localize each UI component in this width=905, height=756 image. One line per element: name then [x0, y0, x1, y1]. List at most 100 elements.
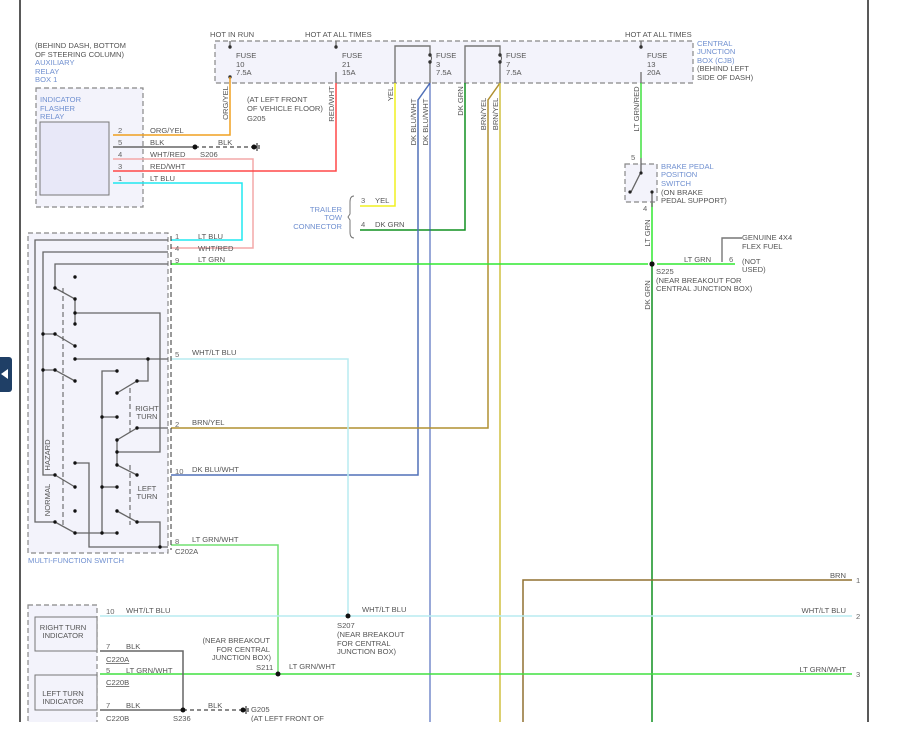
- diagram-label: C202A: [175, 547, 199, 556]
- diagram-label: PEDAL SUPPORT): [661, 196, 727, 205]
- diagram-label: FUSE: [506, 51, 526, 60]
- diagram-label: HAZARD: [43, 439, 52, 471]
- diagram-label: DK GRN: [456, 86, 465, 116]
- diagram-label: TOW: [324, 213, 342, 222]
- indicator-flasher-relay: (BEHIND DASH, BOTTOM OF STEERING COLUMN)…: [35, 41, 186, 208]
- diagram-label: 5: [118, 138, 122, 147]
- diagram-label: DK GRN: [375, 220, 405, 229]
- diagram-label: 7.5A: [436, 68, 453, 77]
- diagram-label: 4: [643, 204, 647, 213]
- ground-icon: [240, 706, 249, 714]
- diagram-label: DK BLU/WHT: [192, 465, 239, 474]
- diagram-label: LT BLU: [198, 232, 223, 241]
- multi-function-switch: HAZARD NORMAL RIGHT TURN LEFT TURN 1 LT B…: [27, 232, 239, 565]
- diagram-label: CENTRAL JUNCTION BOX): [656, 284, 753, 293]
- diagram-label: JUNCTION BOX): [337, 647, 397, 656]
- diagram-label: NORMAL: [43, 484, 52, 517]
- diagram-label: (AT LEFT FRONT OF: [251, 714, 324, 723]
- diagram-label: 7: [106, 642, 110, 651]
- diagram-label: DK BLU/WHT: [409, 98, 418, 145]
- previous-page-button[interactable]: [0, 357, 12, 392]
- diagram-label: BRN: [830, 571, 846, 580]
- diagram-label: C220B: [106, 678, 129, 687]
- diagram-label: 5: [106, 666, 110, 675]
- diagram-label: OF VEHICLE FLOOR): [247, 104, 323, 113]
- wire-wht-lt-blu: [171, 358, 349, 616]
- diagram-label: LT GRN/WHT: [799, 665, 846, 674]
- diagram-label: WHT/LT BLU: [362, 605, 406, 614]
- diagram-label: ORG/YEL: [221, 86, 230, 120]
- ground-icon: [251, 143, 260, 151]
- splice-s211: [275, 671, 281, 677]
- central-junction-box: HOT IN RUN HOT AT ALL TIMES HOT AT ALL T…: [210, 30, 754, 84]
- wires: [100, 77, 852, 722]
- diagram-label: SWITCH: [661, 179, 691, 188]
- diagram-label: 4: [361, 220, 365, 229]
- diagram-label: 3: [856, 670, 860, 679]
- wiring-diagram: HOT IN RUN HOT AT ALL TIMES HOT AT ALL T…: [19, 0, 869, 723]
- diagram-label: WHT/RED: [150, 150, 186, 159]
- diagram-label: TURN: [136, 412, 157, 421]
- diagram-label: (NEAR BREAKOUT: [337, 630, 405, 639]
- diagram-label: LT GRN/WHT: [192, 535, 239, 544]
- diagram-label: YEL: [375, 196, 389, 205]
- diagram-label: DK BLU/WHT: [421, 98, 430, 145]
- diagram-label: S206: [200, 150, 218, 159]
- diagram-label: S225: [656, 267, 674, 276]
- vertical-wire-labels: ORG/YEL RED/WHT YEL DK BLU/WHT DK BLU/WH…: [221, 86, 652, 310]
- diagram-label: LT GRN/RED: [632, 86, 641, 132]
- diagram-label: S211: [256, 663, 273, 672]
- diagram-label: JUNCTION BOX): [212, 653, 272, 662]
- diagram-label: BOX 1: [35, 75, 57, 84]
- diagram-label: FUSE: [436, 51, 456, 60]
- diagram-label: TURN: [136, 492, 157, 501]
- diagram-label: BLK: [126, 642, 140, 651]
- diagram-label: 15A: [342, 68, 356, 77]
- diagram-label: FLEX FUEL: [742, 242, 783, 251]
- diagram-label: HOT AT ALL TIMES: [305, 30, 372, 39]
- diagram-label: RED/WHT: [150, 162, 186, 171]
- diagram-label: BLK: [126, 701, 140, 710]
- diagram-label: S236: [173, 714, 191, 723]
- wire-brn: [522, 579, 852, 722]
- splice-s236: [180, 707, 186, 713]
- diagram-label: INDICATOR: [42, 631, 84, 640]
- diagram-label: 1: [175, 232, 179, 241]
- diagram-label: SIDE OF DASH): [697, 73, 754, 82]
- diagram-label: LT GRN: [684, 255, 711, 264]
- diagram-label: DK GRN: [643, 280, 652, 310]
- diagram-label: FUSE: [647, 51, 667, 60]
- diagram-label: CONNECTOR: [293, 222, 342, 231]
- diagram-label: (BEHIND LEFT: [697, 64, 749, 73]
- diagram-label: INDICATOR: [40, 95, 82, 104]
- diagram-label: GENUINE 4X4: [742, 233, 792, 242]
- diagram-label: BLK: [208, 701, 222, 710]
- diagram-label: 7.5A: [506, 68, 523, 77]
- diagram-label: 5: [175, 350, 179, 359]
- diagram-label: 7.5A: [236, 68, 253, 77]
- turn-indicators: RIGHT TURN INDICATOR LEFT TURN INDICATOR…: [27, 604, 173, 722]
- diagram-label: WHT/RED: [198, 244, 234, 253]
- diagram-label: 2: [118, 126, 122, 135]
- diagram-label: HOT IN RUN: [210, 30, 254, 39]
- diagram-label: JUNCTION: [697, 47, 735, 56]
- diagram-label: 2: [175, 420, 179, 429]
- diagram-label: 8: [175, 537, 179, 546]
- diagram-label: 4: [118, 150, 122, 159]
- diagram-label: FUSE: [342, 51, 362, 60]
- diagram-label: LT GRN: [198, 255, 225, 264]
- diagram-label: WHT/LT BLU: [192, 348, 236, 357]
- diagram-label: 5: [631, 153, 635, 162]
- diagram-label: RED/WHT: [327, 86, 336, 122]
- diagram-label: 20A: [647, 68, 661, 77]
- splice-s225: [649, 261, 655, 267]
- diagram-label: G205: [251, 705, 270, 714]
- diagram-label: HOT AT ALL TIMES: [625, 30, 692, 39]
- diagram-label: 3: [361, 196, 365, 205]
- diagram-label: 3: [118, 162, 122, 171]
- diagram-label: AUXILIARY: [35, 58, 75, 67]
- diagram-label: 9: [175, 256, 179, 265]
- diagram-label: LT BLU: [150, 174, 175, 183]
- diagram-label: RELAY: [40, 112, 64, 121]
- diagram-label: BRN/YEL: [491, 98, 500, 131]
